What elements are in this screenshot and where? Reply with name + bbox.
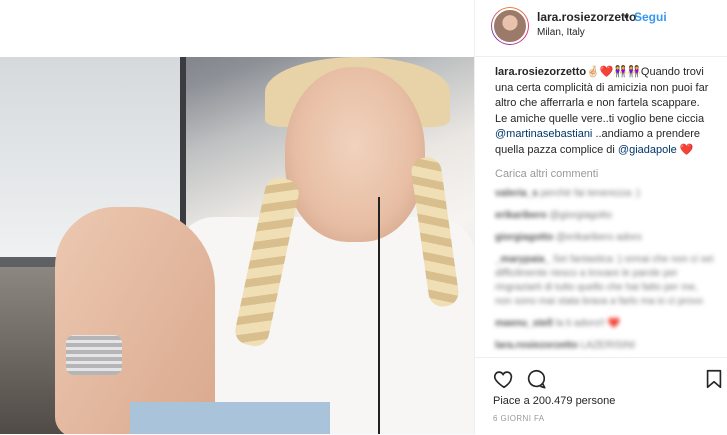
header-username[interactable]: lara.rosiezorzetto [537,10,636,24]
bracelet [66,335,122,375]
list-item: lara.rosiezorzetto LAZERISINI [495,339,715,353]
earphone-cable [378,197,380,434]
list-item: giorgiagotto @erikaribero adoro [495,231,715,245]
jeans [130,402,330,434]
post-timestamp[interactable]: 6 GIORNI FA [493,414,545,423]
post-side-panel: lara.rosiezorzetto • Segui Milan, Italy … [474,0,727,435]
heart-icon[interactable] [493,368,515,390]
avatar[interactable] [491,7,529,45]
comment-text: la ti adoro!! ❤️ [555,318,621,329]
avatar-image [492,8,528,44]
caption: lara.rosiezorzetto🤞🏻❤️👭👭Quando trovi una… [495,65,710,158]
follow-button[interactable]: Segui [634,10,667,24]
caption-emoji: 🤞🏻❤️👭👭 [586,66,641,78]
list-item: _marypaia_ Sei fantastica :) ormai che n… [495,253,715,309]
comment-user[interactable]: _marypaia_ [495,254,550,265]
comment-text: @giorgiagotto [549,210,612,221]
comment-user[interactable]: valeria_s [495,188,538,199]
actions-bar: Piace a 200.479 persone 6 GIORNI FA [475,357,727,435]
location-link[interactable]: Milan, Italy [537,27,585,38]
bookmark-icon[interactable] [703,368,725,390]
comment-user[interactable]: giorgiagotto [495,232,553,243]
mention-giadapole[interactable]: @giadapole [618,144,677,156]
comment-user[interactable]: lara.rosiezorzetto [495,340,578,351]
comment-text: LAZERISINI [580,340,636,351]
likes-count[interactable]: Piace a 200.479 persone [493,395,615,407]
list-item: valeria_s perchè fai tenerezza :) [495,187,715,201]
post-header: lara.rosiezorzetto • Segui Milan, Italy [475,0,727,57]
post-media-area [0,0,474,434]
list-item: erikaribero @giorgiagotto [495,209,715,223]
comment-user[interactable]: maenu_stell [495,318,553,329]
blurred-comments-list: valeria_s perchè fai tenerezza :) erikar… [495,187,715,357]
arm [55,207,215,434]
comments-area[interactable]: lara.rosiezorzetto🤞🏻❤️👭👭Quando trovi una… [475,57,727,357]
comment-text: perchè fai tenerezza :) [540,188,641,199]
post-photo[interactable] [0,57,474,434]
comment-user[interactable]: erikaribero [495,210,547,221]
separator-dot: • [624,8,629,24]
caption-username[interactable]: lara.rosiezorzetto [495,66,586,78]
mention-martinasebastiani[interactable]: @martinasebastiani [495,128,592,140]
comment-icon[interactable] [525,368,547,390]
caption-text-3: ❤️ [676,143,694,156]
face [285,67,425,242]
comment-text: @erikaribero adoro [556,232,642,243]
list-item: maenu_stell la ti adoro!! ❤️ [495,317,715,331]
load-more-comments[interactable]: Carica altri commenti [495,168,598,180]
